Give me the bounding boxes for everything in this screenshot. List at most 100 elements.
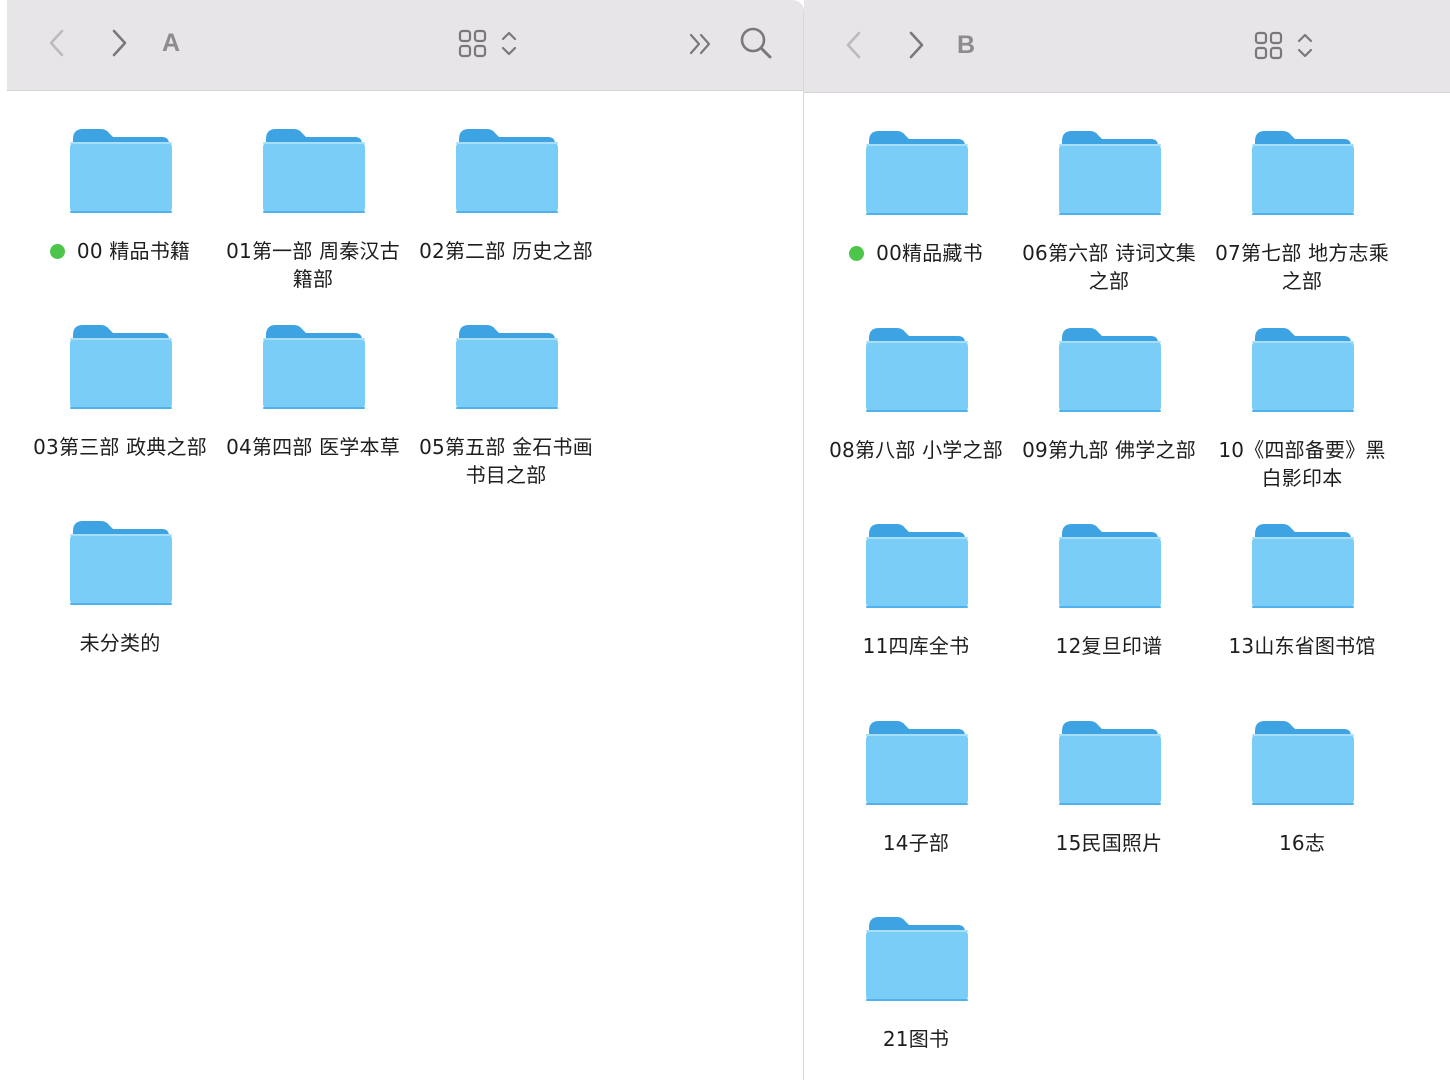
folder-icon (1059, 131, 1161, 215)
folder-label-text: 14子部 (882, 830, 950, 855)
back-button[interactable] (47, 28, 67, 58)
folder-icon-wrap (1250, 522, 1356, 612)
folder-label: 14子部 (826, 829, 1006, 857)
folder-label: 03第三部 政典之部 (30, 433, 210, 461)
folder-icon-wrap (261, 127, 367, 217)
folder-icon (1059, 327, 1161, 412)
folder-label: 06第六部 诗词文集之部 (1019, 239, 1199, 295)
folder-label-text: 21图书 (882, 1027, 950, 1051)
folder-label-text: 03第三部 政典之部 (33, 435, 207, 459)
folder-icon (1252, 327, 1354, 412)
folder-icon (1252, 131, 1354, 215)
folder-icon-wrap (68, 127, 174, 217)
folder-icon (70, 129, 172, 213)
folder-label: 12复旦印谱 (1019, 632, 1199, 660)
folder-label-text: 15民国照片 (1055, 830, 1163, 855)
folder-icon-wrap (1250, 129, 1356, 219)
finder-window-a: A 00 精品书籍 01第一部 周秦汉古籍部 02第二部 历史之部 03第三部 … (7, 0, 804, 1080)
folder-icon-wrap (864, 129, 970, 219)
folder-icon (1059, 524, 1161, 608)
folder-icon-wrap (864, 522, 970, 612)
folder-label: 05第五部 金石书画书目之部 (416, 433, 596, 489)
folder-label: 07第七部 地方志乘之部 (1212, 239, 1392, 295)
folder-label-text: 06第六部 诗词文集之部 (1022, 241, 1196, 293)
folder-icon (1252, 720, 1354, 805)
green-tag-dot (849, 246, 865, 261)
folder-icon-wrap (68, 519, 174, 609)
folder-label-text: 16志 (1278, 830, 1326, 855)
back-button[interactable] (844, 30, 864, 60)
icon-grid-view-icon (458, 29, 517, 58)
folder-label-text: 08第八部 小学之部 (829, 437, 1003, 462)
folder-label-text: 12复旦印谱 (1055, 634, 1163, 658)
folder-icon-wrap (1250, 326, 1356, 416)
folder-label: 00精品藏书 (826, 239, 1006, 267)
folder-icon (866, 524, 968, 608)
chevron-left-icon (49, 29, 64, 57)
forward-button[interactable] (109, 28, 129, 58)
folder-label-text: 07第七部 地方志乘之部 (1215, 241, 1389, 293)
folder-label: 16志 (1212, 829, 1392, 857)
folder-label: 13山东省图书馆 (1212, 632, 1392, 660)
chevron-right-icon (112, 29, 127, 57)
folder-label-text: 10《四部备要》黑白影印本 (1218, 437, 1386, 490)
view-options-button[interactable] (1254, 30, 1316, 62)
chevron-left-icon (846, 31, 861, 59)
folder-label: 11四库全书 (826, 632, 1006, 660)
more-toolbar-button[interactable] (687, 30, 715, 58)
folder-label-text: 09第九部 佛学之部 (1022, 437, 1196, 462)
folder-label-text: 11四库全书 (862, 634, 970, 658)
forward-button[interactable] (906, 30, 926, 60)
folder-label-text: 02第二部 历史之部 (419, 239, 593, 263)
folder-icon (866, 720, 968, 805)
folder-icon-wrap (1057, 326, 1163, 416)
folder-icon (456, 325, 558, 409)
double-chevron-right-icon (689, 33, 711, 55)
search-icon (740, 27, 772, 59)
folder-label-text: 01第一部 周秦汉古籍部 (226, 239, 400, 291)
folder-icon-wrap (454, 323, 560, 413)
chevron-right-icon (909, 31, 924, 59)
window-title: B (957, 31, 976, 59)
folder-icon-wrap (864, 326, 970, 416)
folder-icon (866, 131, 968, 215)
folder-icon-wrap (1057, 129, 1163, 219)
folder-label-text: 04第四部 医学本草 (226, 435, 400, 459)
search-button[interactable] (739, 26, 773, 60)
folder-label: 04第四部 医学本草 (223, 433, 403, 461)
folder-icon-wrap (1250, 719, 1356, 809)
folder-label-text: 00精品藏书 (876, 241, 983, 265)
folder-label-text: 13山东省图书馆 (1228, 634, 1376, 658)
folder-label-text: 05第五部 金石书画书目之部 (419, 435, 593, 487)
folder-icon (263, 129, 365, 213)
folder-icon (1252, 524, 1354, 608)
folder-icon-wrap (864, 719, 970, 809)
folder-label: 02第二部 历史之部 (416, 237, 596, 265)
folder-icon-wrap (68, 323, 174, 413)
folder-icon (866, 917, 968, 1001)
view-options-button[interactable] (458, 28, 520, 60)
folder-icon-wrap (1057, 522, 1163, 612)
folder-label: 09第九部 佛学之部 (1019, 436, 1199, 464)
folder-label: 15民国照片 (1019, 829, 1199, 857)
folder-icon (456, 129, 558, 213)
folder-icon (70, 521, 172, 605)
folder-icon (263, 325, 365, 409)
folder-label: 01第一部 周秦汉古籍部 (223, 237, 403, 293)
toolbar: B (804, 0, 1450, 93)
folder-label-text: 00 精品书籍 (76, 239, 191, 263)
folder-label: 未分类的 (30, 629, 210, 657)
folder-icon-wrap (1057, 719, 1163, 809)
folder-label-text: 未分类的 (79, 631, 161, 655)
folder-label: 21图书 (826, 1025, 1006, 1053)
folder-icon (70, 325, 172, 409)
folder-label: 08第八部 小学之部 (826, 436, 1006, 464)
icon-grid-view-icon (1254, 31, 1313, 60)
folder-label: 10《四部备要》黑白影印本 (1212, 436, 1392, 492)
toolbar: A (7, 0, 803, 91)
folder-icon (1059, 720, 1161, 805)
folder-icon (866, 327, 968, 412)
folder-icon-wrap (864, 915, 970, 1005)
window-title: A (162, 29, 181, 57)
folder-icon-wrap (454, 127, 560, 217)
